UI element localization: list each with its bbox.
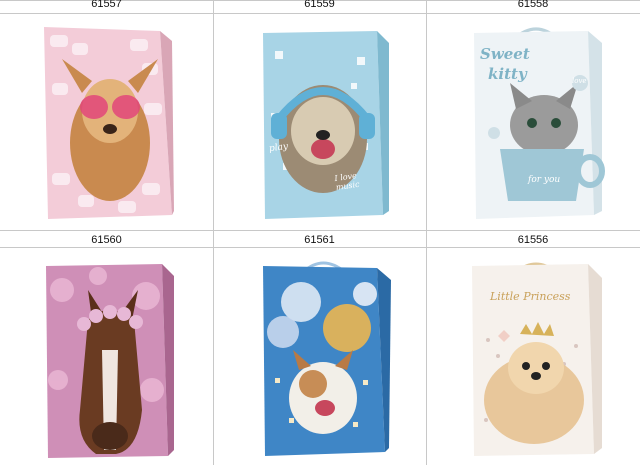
gift-bag-image: play I love music: [253, 23, 393, 223]
product-cell[interactable]: 61558 Sweet kitty love for you: [426, 0, 640, 230]
product-code: 61558: [517, 0, 549, 10]
bag-text: Little Princess: [490, 290, 571, 303]
gift-bag-image: [253, 258, 393, 460]
bag-text: for you: [528, 175, 561, 185]
gift-bag-image: [38, 260, 178, 460]
bag-text: Sweet: [480, 45, 530, 63]
product-code: 61556: [517, 234, 549, 246]
product-cell[interactable]: 61559 play I love music: [213, 0, 426, 230]
product-code: 61559: [304, 0, 335, 10]
bag-text: love: [572, 77, 587, 85]
gift-bag-image: Sweet kitty love for you: [466, 23, 606, 223]
gift-bag-image: [38, 23, 176, 223]
product-cell[interactable]: 61556 Little Princess: [426, 230, 640, 465]
gift-bag-image: Little Princess: [464, 260, 606, 458]
product-cell[interactable]: 61557: [0, 0, 213, 230]
product-cell[interactable]: 61560: [0, 230, 213, 465]
product-grid: 61557 61559 play I love music 61558 Swee…: [0, 0, 640, 465]
product-code: 61561: [304, 234, 335, 246]
product-cell[interactable]: 61561: [213, 230, 426, 465]
product-code: 61560: [91, 234, 122, 246]
product-code: 61557: [91, 0, 122, 10]
bag-text: kitty: [488, 65, 527, 83]
